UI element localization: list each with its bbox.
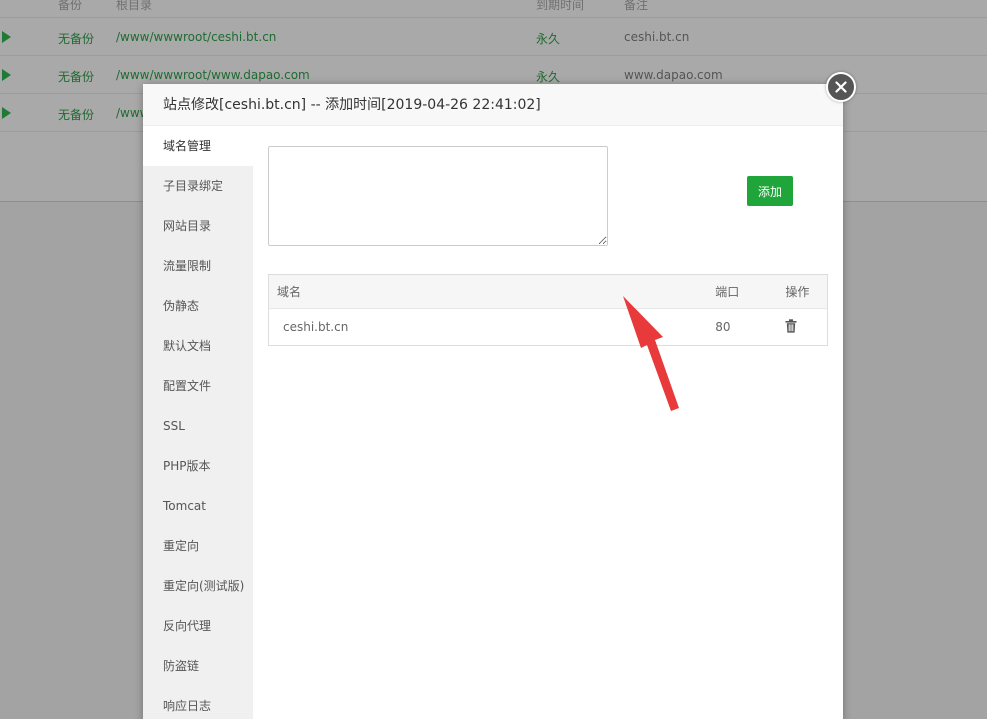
backup-status[interactable]: 无备份: [58, 68, 94, 85]
site-path[interactable]: /www/wwwroot/ceshi.bt.cn: [116, 30, 276, 44]
run-status-icon[interactable]: [2, 107, 11, 119]
expire-time[interactable]: 永久: [536, 68, 560, 85]
run-status-icon[interactable]: [2, 69, 11, 81]
site-note: www.dapao.com: [624, 68, 723, 82]
header-expire: 到期时间: [536, 0, 585, 12]
site-note: ceshi.bt.cn: [624, 30, 690, 44]
table-header-row: 域名 端口 操作: [268, 274, 828, 309]
site-edit-modal: 站点修改[ceshi.bt.cn] -- 添加时间[2019-04-26 22:…: [143, 84, 843, 719]
site-row[interactable]: 无备份 /www/wwwroot/ceshi.bt.cn 永久 ceshi.bt…: [0, 18, 987, 56]
table-row: ceshi.bt.cn 80: [269, 309, 828, 346]
header-root: 根目录: [116, 0, 153, 12]
domain-name-cell: ceshi.bt.cn: [283, 320, 349, 334]
sidebar-item-domain[interactable]: 域名管理: [143, 126, 253, 166]
sidebar-item-php-version[interactable]: PHP版本: [143, 446, 253, 486]
modal-sidebar: 域名管理 子目录绑定 网站目录 流量限制 伪静态 默认文档 配置文件 SSL P…: [143, 126, 253, 719]
sidebar-item-config-file[interactable]: 配置文件: [143, 366, 253, 406]
domain-management-panel: 添加 域名 端口 操作 ceshi.bt.cn 80: [253, 126, 843, 719]
site-list-header: 备份 根目录 到期时间 备注: [0, 0, 987, 18]
port-cell: 80: [715, 320, 731, 334]
backup-status[interactable]: 无备份: [58, 106, 94, 123]
sidebar-item-site-dir[interactable]: 网站目录: [143, 206, 253, 246]
sidebar-item-redirect-beta[interactable]: 重定向(测试版): [143, 566, 253, 606]
close-icon: [835, 81, 847, 93]
sidebar-item-ssl[interactable]: SSL: [143, 406, 253, 446]
header-note: 备注: [624, 0, 649, 12]
expire-time[interactable]: 永久: [536, 30, 560, 47]
column-port: 端口: [707, 274, 778, 309]
action-cell: [777, 309, 827, 346]
sidebar-item-reverse-proxy[interactable]: 反向代理: [143, 606, 253, 646]
sidebar-item-hotlink[interactable]: 防盗链: [143, 646, 253, 686]
add-domain-button[interactable]: 添加: [747, 176, 793, 206]
sidebar-item-response-log[interactable]: 响应日志: [143, 686, 253, 719]
site-path[interactable]: /www/wwwroot/www.dapao.com: [116, 68, 310, 82]
column-action: 操作: [777, 274, 828, 309]
domain-input[interactable]: [268, 146, 608, 246]
run-status-icon[interactable]: [2, 31, 11, 43]
sidebar-item-default-doc[interactable]: 默认文档: [143, 326, 253, 366]
domain-table: 域名 端口 操作 ceshi.bt.cn 80: [268, 274, 828, 346]
modal-close-button[interactable]: [826, 72, 856, 102]
backup-status[interactable]: 无备份: [58, 30, 94, 47]
sidebar-item-tomcat[interactable]: Tomcat: [143, 486, 253, 526]
column-domain: 域名: [268, 274, 708, 309]
header-backup: 备份: [58, 0, 83, 12]
sidebar-item-traffic-limit[interactable]: 流量限制: [143, 246, 253, 286]
sidebar-item-subdir[interactable]: 子目录绑定: [143, 166, 253, 206]
sidebar-item-redirect[interactable]: 重定向: [143, 526, 253, 566]
trash-icon[interactable]: [785, 318, 797, 333]
modal-title: 站点修改[ceshi.bt.cn] -- 添加时间[2019-04-26 22:…: [143, 84, 843, 126]
sidebar-item-rewrite[interactable]: 伪静态: [143, 286, 253, 326]
